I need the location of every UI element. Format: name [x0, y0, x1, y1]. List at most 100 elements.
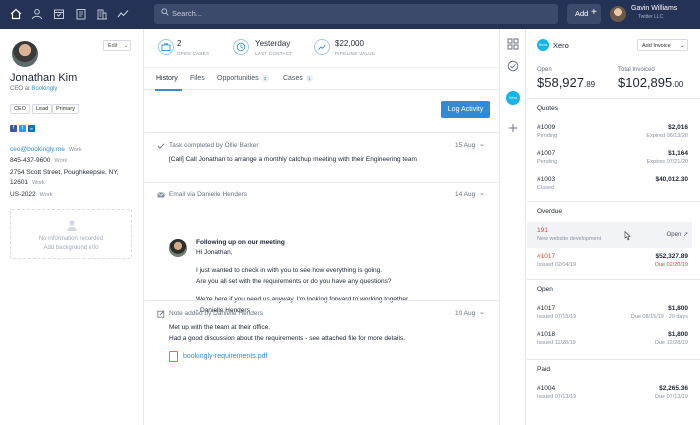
add-invoice-dropdown[interactable]: Add Invoice ⌄: [637, 39, 688, 51]
log-activity-button[interactable]: Log Activity: [441, 101, 490, 118]
invoice-number[interactable]: #1004: [537, 385, 555, 392]
xero-logo-icon[interactable]: Xero: [506, 91, 520, 105]
tab-cases-label: Cases: [283, 75, 303, 82]
check-circle-icon[interactable]: [507, 60, 519, 72]
invoice-amount: $52,327.89: [655, 253, 688, 260]
trend-icon: [314, 39, 330, 55]
invoice-due: Due 02/20/19: [654, 262, 688, 268]
tab-opportunities-label: Opportunities: [217, 75, 259, 82]
background-info-box[interactable]: No information recorded Add background i…: [10, 209, 132, 259]
phone-line: 845-437-9600 Work: [10, 157, 67, 164]
invoiced-total-label: Total Invoiced: [618, 67, 655, 73]
invoiced-total-cents: .00: [672, 80, 684, 89]
address-zip-line: 12601 Work: [10, 179, 45, 186]
quote-amount: $40,012.30: [655, 176, 688, 183]
expand-chevron-icon[interactable]: ⌄: [479, 189, 485, 197]
quote-number[interactable]: #1009: [537, 124, 555, 131]
tag-ceo[interactable]: CEO: [10, 104, 30, 114]
tag-lead[interactable]: Lead: [32, 104, 53, 114]
open-cases-label: OPEN CASES: [177, 51, 210, 56]
email-date: 14 Aug: [455, 191, 476, 198]
company-link[interactable]: Bookingly: [31, 86, 57, 92]
invoice-number[interactable]: #1017: [537, 253, 555, 260]
invoice-number[interactable]: 191: [537, 227, 548, 234]
home-icon[interactable]: [10, 8, 22, 20]
quote-number[interactable]: #1007: [537, 150, 555, 157]
tab-cases[interactable]: Cases 1: [283, 75, 313, 82]
open-total-label: Open: [537, 67, 552, 73]
expand-chevron-icon[interactable]: ⌄: [479, 140, 485, 148]
tab-history[interactable]: History: [156, 75, 178, 82]
note-title: Note added by Danielle Henders: [169, 310, 263, 317]
edit-dropdown[interactable]: Edit ⌄: [103, 40, 131, 51]
clipboard-icon[interactable]: [75, 8, 87, 20]
quote-number[interactable]: #1003: [537, 176, 555, 183]
user-name[interactable]: Gavin Williams: [631, 5, 677, 12]
user-org: Twitter LLC: [638, 14, 664, 20]
invoice-due: Due 07/13/19: [654, 394, 688, 400]
grid-icon[interactable]: [507, 38, 519, 50]
active-tab-indicator: [155, 89, 182, 91]
open-cases-value: 2: [177, 39, 182, 48]
xero-mini-text: Xero: [508, 95, 518, 100]
calendar-icon[interactable]: [53, 8, 65, 20]
note-edit-icon: [157, 310, 165, 318]
country-line: US-2022 Work: [10, 191, 52, 198]
add-button[interactable]: Add +: [567, 4, 601, 24]
chevron-down-icon: ⌄: [680, 42, 685, 49]
email-line: ceo@bookingly.me Work: [10, 146, 82, 153]
open-total-main: $58,927: [537, 75, 584, 90]
cases-count: 1: [305, 75, 313, 82]
expand-chevron-icon[interactable]: ⌄: [479, 308, 485, 316]
activity-note: Note added by Danielle Henders 10 Aug ⌄ …: [145, 300, 500, 400]
last-contact-value: Yesterday: [255, 39, 291, 48]
quotes-heading: Quotes: [537, 105, 558, 112]
contact-photo: [12, 41, 38, 67]
tab-files[interactable]: Files: [190, 75, 205, 82]
facebook-icon[interactable]: f: [10, 125, 17, 132]
invoice-number[interactable]: #1018: [537, 331, 555, 338]
invoice-number[interactable]: #1017: [537, 305, 555, 312]
search-placeholder: Search...: [172, 9, 203, 18]
chevron-down-icon: ⌄: [124, 43, 129, 49]
open-external-link[interactable]: Open ↗: [667, 231, 688, 238]
opportunities-count: 2: [261, 75, 269, 82]
sender-avatar: [169, 239, 187, 257]
quote-status: Closed: [537, 185, 555, 191]
role-prefix: CEO at: [10, 86, 30, 92]
chart-icon[interactable]: [117, 8, 129, 20]
plus-icon[interactable]: [507, 122, 519, 134]
xero-logo-text: Xero: [538, 42, 548, 47]
last-contact-label: LAST CONTACT: [255, 51, 293, 56]
tab-bar: History Files Opportunities 2 Cases 1: [145, 67, 500, 91]
open-section: Open #1017 Issued 07/15/19 $1,800 Due 08…: [527, 279, 700, 359]
tag-primary[interactable]: Primary: [52, 104, 79, 114]
activity-panel: 2 OPEN CASES Yesterday LAST CONTACT $22,…: [145, 29, 500, 425]
briefcase-icon: [158, 39, 174, 55]
phone-number[interactable]: 845-437-9600: [10, 157, 50, 164]
activity-email: Email via Danielle Henders 14 Aug ⌄ Foll…: [145, 182, 500, 300]
quote-status: Pending: [537, 133, 558, 139]
invoiced-total-value: $102,895.00: [618, 75, 683, 90]
building-icon[interactable]: [96, 8, 108, 20]
email-type: Work: [68, 147, 82, 153]
task-text: [Call] Call Jonathan to arrange a monthl…: [169, 156, 417, 163]
invoice-issued: Issued 07/13/19: [537, 394, 577, 400]
contact-name: Jonathan Kim: [10, 72, 78, 84]
plus-icon: +: [591, 7, 597, 18]
person-icon[interactable]: [31, 8, 43, 20]
add-label: Add: [575, 9, 589, 18]
phone-type: Work: [54, 158, 68, 164]
email-link[interactable]: ceo@bookingly.me: [10, 146, 65, 153]
attachment-link[interactable]: bookingly-requirements.pdf: [183, 353, 267, 360]
add-background-link[interactable]: Add background info: [11, 245, 131, 251]
open-link-label: Open: [666, 232, 682, 238]
twitter-icon[interactable]: t: [19, 125, 26, 132]
tab-opportunities[interactable]: Opportunities 2: [217, 75, 269, 82]
edit-label: Edit: [108, 43, 118, 49]
quotes-section: Quotes #1009 Pending $2,016 Expired 06/1…: [527, 98, 700, 201]
user-avatar[interactable]: [610, 6, 626, 22]
search-input[interactable]: Search...: [154, 4, 558, 24]
linkedin-icon[interactable]: in: [28, 125, 35, 132]
invoice-due: Due 12/28/19: [654, 340, 688, 346]
